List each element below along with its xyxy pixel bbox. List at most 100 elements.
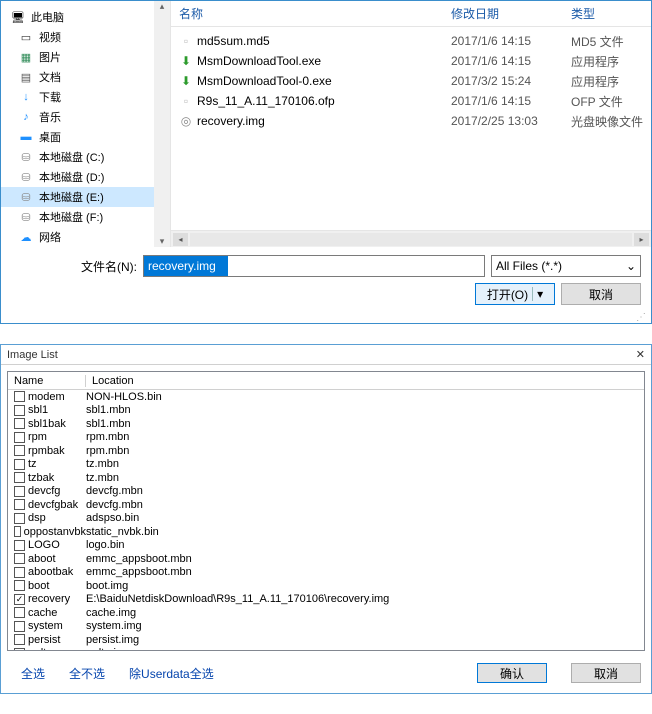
file-row[interactable]: ⬇MsmDownloadTool-0.exe2017/3/2 15:24应用程序 <box>171 71 651 91</box>
scroll-left-icon[interactable]: ◂ <box>173 233 188 246</box>
image-list-row[interactable]: system system.img <box>8 620 644 634</box>
nav-root-this-pc[interactable]: 🖥此电脑 <box>1 7 154 27</box>
nav-panel: 🖥此电脑▭视频▦图片▤文档↓下载♪音乐▬桌面⛁本地磁盘 (C:)⛁本地磁盘 (D… <box>1 1 171 247</box>
file-row[interactable]: ▫R9s_11_A.11_170106.ofp2017/1/6 14:15OFP… <box>171 91 651 111</box>
partition-name: modem <box>28 391 65 403</box>
resize-grip-icon[interactable]: ⋰ <box>1 315 651 323</box>
nav-item[interactable]: ☁网络 <box>1 227 154 247</box>
row-checkbox[interactable] <box>14 553 25 564</box>
partition-name: sbl1bak <box>28 418 66 430</box>
image-list-row[interactable]: persistpersist.img <box>8 633 644 647</box>
partition-location: system.img <box>86 620 644 632</box>
image-list-row[interactable]: LOGOlogo.bin <box>8 539 644 553</box>
column-name[interactable]: Name <box>8 375 86 387</box>
nav-item[interactable]: ▬桌面 <box>1 127 154 147</box>
ok-button[interactable]: 确认 <box>477 663 547 683</box>
nav-item[interactable]: ♪音乐 <box>1 107 154 127</box>
column-date[interactable]: 修改日期 <box>451 5 571 22</box>
row-checkbox[interactable] <box>14 513 25 524</box>
row-checkbox[interactable] <box>14 445 25 456</box>
row-checkbox[interactable] <box>14 567 25 578</box>
image-list-row[interactable]: tztz.mbn <box>8 458 644 472</box>
row-checkbox[interactable] <box>14 459 25 470</box>
row-checkbox[interactable] <box>14 634 25 645</box>
column-name[interactable]: 名称 <box>179 5 451 22</box>
partition-location: sbl1.mbn <box>86 404 644 416</box>
file-type-filter[interactable]: All Files (*.*) ⌄ <box>491 255 641 277</box>
row-checkbox[interactable] <box>14 526 21 537</box>
select-all-link[interactable]: 全选 <box>21 665 45 682</box>
row-checkbox[interactable] <box>14 580 25 591</box>
scroll-down-icon[interactable]: ▾ <box>160 236 165 247</box>
horizontal-scrollbar[interactable]: ◂ ▸ <box>171 230 651 247</box>
row-checkbox[interactable] <box>14 418 25 429</box>
close-icon[interactable]: ✕ <box>636 348 645 361</box>
nav-item[interactable]: ▭视频 <box>1 27 154 47</box>
partition-location: rpm.mbn <box>86 431 644 443</box>
image-list-row[interactable]: sbl1sbl1.mbn <box>8 404 644 418</box>
file-list-header: 名称 修改日期 类型 <box>171 1 651 27</box>
image-list-row[interactable]: oppostanvbkstatic_nvbk.bin <box>8 525 644 539</box>
row-checkbox[interactable] <box>14 499 25 510</box>
nav-item[interactable]: ▤文档 <box>1 67 154 87</box>
filename-input[interactable] <box>143 255 485 277</box>
image-list-row[interactable]: ✓recoveryE:\BaiduNetdiskDownload\R9s_11_… <box>8 593 644 607</box>
partition-location: rpm.mbn <box>86 445 644 457</box>
scrollbar-track[interactable] <box>190 233 632 246</box>
image-list-row[interactable]: cachecache.img <box>8 606 644 620</box>
image-list-row[interactable]: abootemmc_appsboot.mbn <box>8 552 644 566</box>
partition-name: system <box>28 620 63 632</box>
image-list-row[interactable]: devcfgbakdevcfg.mbn <box>8 498 644 512</box>
row-checkbox[interactable] <box>14 405 25 416</box>
cancel-button[interactable]: 取消 <box>561 283 641 305</box>
file-row[interactable]: ⬇MsmDownloadTool.exe2017/1/6 14:15应用程序 <box>171 51 651 71</box>
partition-location: sbl1.mbn <box>86 418 644 430</box>
nav-item[interactable]: ⛁本地磁盘 (D:) <box>1 167 154 187</box>
nav-label: 此电脑 <box>31 9 64 25</box>
image-list-row[interactable]: rpmrpm.mbn <box>8 431 644 445</box>
row-checkbox[interactable] <box>14 621 25 632</box>
image-list-row[interactable]: devcfgdevcfg.mbn <box>8 485 644 499</box>
nav-scrollbar[interactable]: ▴ ▾ <box>154 1 170 247</box>
nav-item[interactable]: ⛁本地磁盘 (E:) <box>1 187 154 207</box>
row-checkbox[interactable]: ✓ <box>14 594 25 605</box>
nav-label: 图片 <box>39 49 61 65</box>
image-list-row[interactable]: abootbakemmc_appsboot.mbn <box>8 566 644 580</box>
row-checkbox[interactable] <box>14 607 25 618</box>
row-checkbox[interactable] <box>14 391 25 402</box>
image-list-row[interactable]: mdtpmdtp.img <box>8 647 644 652</box>
file-row[interactable]: ◎recovery.img2017/2/25 13:03光盘映像文件 <box>171 111 651 131</box>
column-type[interactable]: 类型 <box>571 5 651 22</box>
nav-item[interactable]: ⛁本地磁盘 (F:) <box>1 207 154 227</box>
row-checkbox[interactable] <box>14 648 25 651</box>
row-checkbox[interactable] <box>14 472 25 483</box>
file-row[interactable]: ▫md5sum.md52017/1/6 14:15MD5 文件 <box>171 31 651 51</box>
open-button[interactable]: 打开(O) ▾ <box>475 283 555 305</box>
scroll-right-icon[interactable]: ▸ <box>634 233 649 246</box>
image-list-row[interactable]: sbl1bak sbl1.mbn <box>8 417 644 431</box>
image-list-row[interactable]: rpmbakrpm.mbn <box>8 444 644 458</box>
nav-label: 视频 <box>39 29 61 45</box>
nav-item[interactable]: ▦图片 <box>1 47 154 67</box>
scroll-up-icon[interactable]: ▴ <box>160 1 165 12</box>
select-none-link[interactable]: 全不选 <box>69 665 105 682</box>
dialog-button-row: 打开(O) ▾ 取消 <box>1 283 651 315</box>
image-list-row[interactable]: dspadspso.bin <box>8 512 644 526</box>
row-checkbox[interactable] <box>14 432 25 443</box>
nav-item[interactable]: ↓下载 <box>1 87 154 107</box>
column-location[interactable]: Location <box>86 375 644 387</box>
row-checkbox[interactable] <box>14 540 25 551</box>
except-userdata-link[interactable]: 除Userdata全选 <box>129 665 214 682</box>
cancel-button[interactable]: 取消 <box>571 663 641 683</box>
file-type: MD5 文件 <box>571 33 651 50</box>
image-list-row[interactable]: tzbaktz.mbn <box>8 471 644 485</box>
file-open-dialog: 🖥此电脑▭视频▦图片▤文档↓下载♪音乐▬桌面⛁本地磁盘 (C:)⛁本地磁盘 (D… <box>0 0 652 324</box>
image-list-row[interactable]: modemNON-HLOS.bin <box>8 390 644 404</box>
file-date: 2017/1/6 14:15 <box>451 34 571 48</box>
partition-name: oppostanvbk <box>24 526 86 538</box>
nav-item[interactable]: ⛁本地磁盘 (C:) <box>1 147 154 167</box>
image-list-row[interactable]: bootboot.img <box>8 579 644 593</box>
partition-name: recovery <box>28 593 70 605</box>
row-checkbox[interactable] <box>14 486 25 497</box>
nav-label: 本地磁盘 (D:) <box>39 169 104 185</box>
